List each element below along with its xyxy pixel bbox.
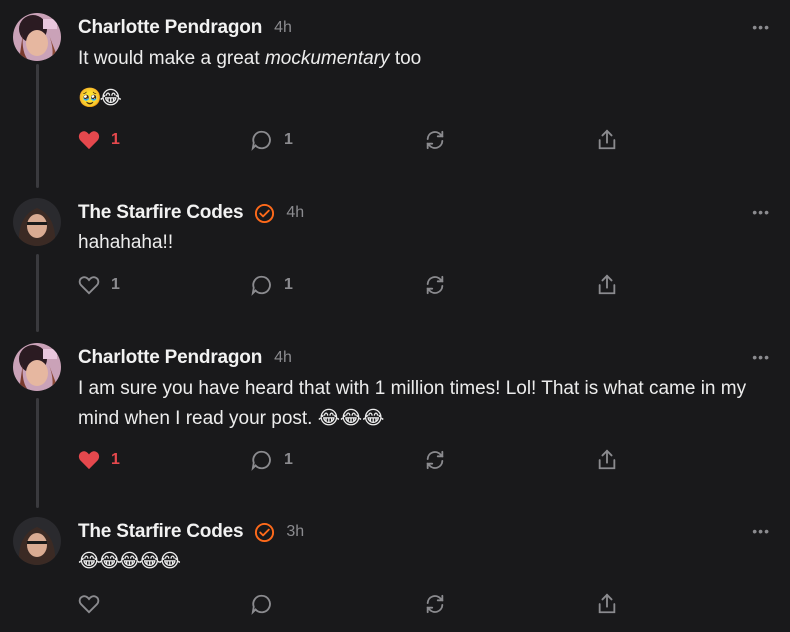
restack-button[interactable]: [424, 445, 446, 475]
reply-count: 1: [284, 276, 293, 293]
avatar[interactable]: [13, 343, 61, 391]
restack-button[interactable]: [424, 589, 446, 619]
verified-check-icon: [254, 203, 275, 224]
like-button[interactable]: [78, 589, 111, 619]
like-button[interactable]: 1: [78, 125, 120, 155]
restack-icon: [426, 275, 444, 295]
share-icon: [598, 449, 616, 470]
timestamp[interactable]: 4h: [286, 204, 304, 222]
reply-button[interactable]: 1: [251, 270, 293, 300]
like-count: 1: [111, 451, 120, 468]
avatar[interactable]: [13, 517, 61, 565]
like-button[interactable]: 1: [78, 270, 120, 300]
share-icon: [598, 274, 616, 295]
share-icon: [598, 593, 616, 614]
author-name[interactable]: Charlotte Pendragon: [78, 17, 262, 39]
like-count: 1: [111, 131, 120, 148]
timestamp[interactable]: 4h: [274, 19, 292, 37]
comment-text-part: It would make a great: [78, 48, 265, 69]
share-button[interactable]: [597, 445, 617, 475]
author-name[interactable]: Charlotte Pendragon: [78, 347, 262, 369]
action-bar: [0, 589, 790, 619]
reply-button[interactable]: [251, 589, 284, 619]
share-button[interactable]: [597, 270, 617, 300]
heart-icon: [78, 595, 100, 614]
timestamp[interactable]: 4h: [274, 349, 292, 367]
emoji-line: 🥹😂: [78, 88, 122, 109]
like-button[interactable]: 1: [78, 445, 120, 475]
comment-text: hahahaha!!: [78, 232, 174, 253]
reply-count: 1: [284, 131, 293, 148]
comment-text-italic: mockumentary: [264, 48, 390, 69]
avatar[interactable]: [13, 198, 61, 246]
reply-button[interactable]: 1: [251, 445, 293, 475]
action-bar: 1 1: [0, 270, 790, 300]
comment-text: I am sure you have heard that with 1 mil…: [78, 378, 747, 429]
heart-icon: [78, 276, 100, 295]
more-dots-icon[interactable]: •••: [752, 350, 770, 364]
restack-icon: [426, 450, 444, 470]
more-dots-icon[interactable]: •••: [752, 524, 770, 538]
comment-header: Charlotte Pendragon 4h: [78, 15, 292, 41]
comment-bubble-icon: [251, 594, 271, 615]
restack-button[interactable]: [424, 270, 446, 300]
timestamp[interactable]: 3h: [286, 523, 304, 541]
author-name[interactable]: The Starfire Codes: [78, 202, 244, 224]
heart-icon: [78, 131, 100, 150]
comment-header: Charlotte Pendragon 4h: [78, 345, 292, 371]
avatar[interactable]: [13, 13, 61, 61]
like-count: 1: [111, 276, 120, 293]
heart-icon: [78, 451, 100, 470]
comment-text-part: too: [389, 48, 422, 69]
reply-count: 1: [284, 451, 293, 468]
restack-icon: [426, 130, 444, 150]
share-icon: [598, 129, 616, 150]
comment-header: The Starfire Codes 3h: [78, 519, 304, 545]
share-button[interactable]: [597, 589, 617, 619]
restack-button[interactable]: [424, 125, 446, 155]
comment-bubble-icon: [251, 275, 271, 296]
share-button[interactable]: [597, 125, 617, 155]
comment-bubble-icon: [251, 450, 271, 471]
action-bar: 1 1: [0, 445, 790, 475]
comment-text: It would make a great mockumentary too: [78, 44, 768, 74]
more-dots-icon[interactable]: •••: [752, 20, 770, 34]
comment-bubble-icon: [251, 130, 271, 151]
comment-text: 😂😂😂😂😂: [78, 551, 181, 572]
author-name[interactable]: The Starfire Codes: [78, 521, 244, 543]
reply-button[interactable]: 1: [251, 125, 293, 155]
verified-check-icon: [254, 522, 275, 543]
more-dots-icon[interactable]: •••: [752, 205, 770, 219]
action-bar: 1 1: [0, 125, 790, 155]
comment-header: The Starfire Codes 4h: [78, 200, 304, 226]
restack-icon: [426, 594, 444, 614]
